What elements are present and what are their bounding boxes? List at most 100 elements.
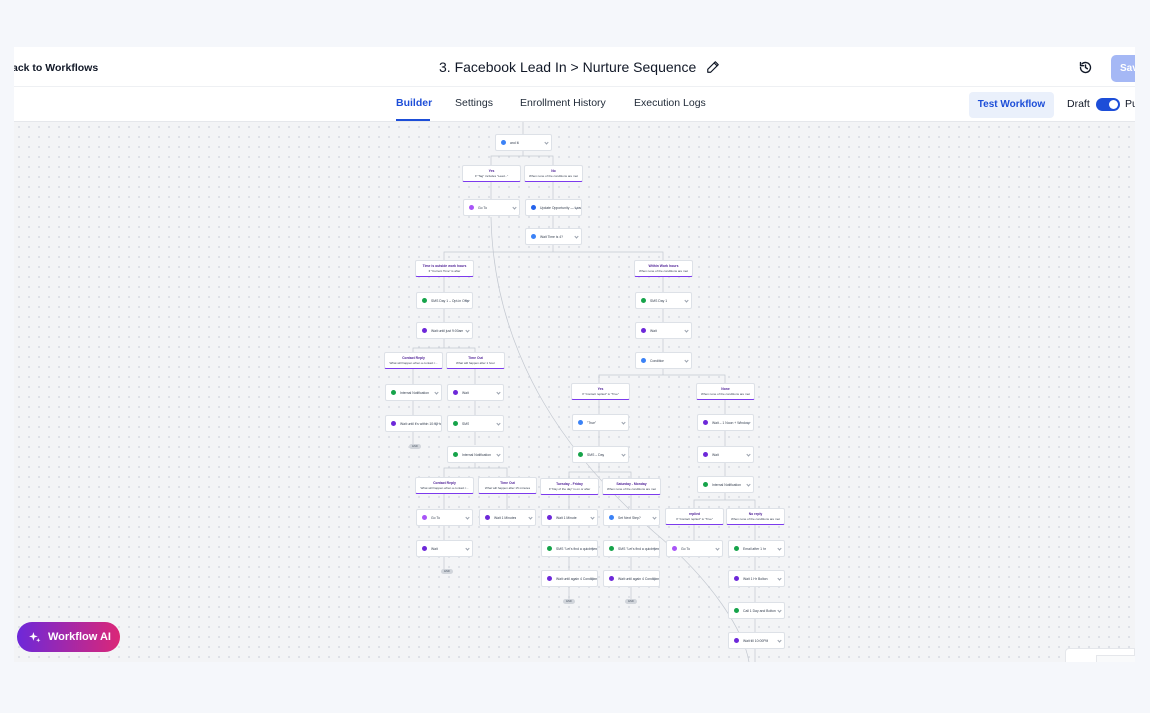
chevron-down-icon[interactable] bbox=[746, 420, 751, 425]
chevron-down-icon[interactable] bbox=[777, 608, 782, 613]
action-type-icon bbox=[531, 234, 536, 239]
publish-toggle[interactable] bbox=[1096, 98, 1120, 111]
minimap-viewport[interactable] bbox=[1096, 655, 1135, 662]
action-type-icon bbox=[453, 421, 458, 426]
branch-condition: When none of the conditions are met bbox=[606, 487, 657, 491]
workflow-action-node[interactable]: Go To bbox=[416, 509, 473, 526]
workflow-action-node[interactable]: Internal Notification bbox=[697, 476, 754, 493]
workflow-action-node[interactable]: Internal Notification bbox=[385, 384, 442, 401]
chevron-down-icon[interactable] bbox=[528, 515, 533, 520]
workflow-action-node[interactable]: Go To bbox=[463, 199, 520, 216]
chevron-down-icon[interactable] bbox=[777, 576, 782, 581]
chevron-down-icon[interactable] bbox=[715, 546, 720, 551]
workflow-action-node[interactable]: Update Opportunity — Lead got replied bbox=[525, 199, 582, 216]
branch-node[interactable]: Time Out What will happen after 15 minute… bbox=[478, 477, 537, 494]
workflow-action-node[interactable]: Call 1 Day and Bolton bbox=[728, 602, 785, 619]
action-type-icon bbox=[422, 546, 427, 551]
chevron-down-icon[interactable] bbox=[684, 358, 689, 363]
save-button[interactable]: Save bbox=[1111, 55, 1135, 82]
chevron-down-icon[interactable] bbox=[465, 328, 470, 333]
workflow-title[interactable]: 3. Facebook Lead In > Nurture Sequence bbox=[439, 59, 696, 75]
tab-execution-logs[interactable]: Execution Logs bbox=[634, 97, 706, 109]
workflow-action-node[interactable]: and If/ bbox=[495, 134, 552, 151]
chevron-down-icon[interactable] bbox=[777, 546, 782, 551]
branch-node[interactable]: Yes If "Contact replied" is "True" bbox=[571, 383, 630, 400]
workflow-action-node[interactable]: Wait until it's within 10:00 hours bbox=[385, 415, 442, 432]
chevron-down-icon[interactable] bbox=[621, 420, 626, 425]
chevron-down-icon[interactable] bbox=[746, 482, 751, 487]
branch-node[interactable]: Contact Reply What will happen when a con… bbox=[415, 477, 474, 494]
workflow-action-node[interactable]: SMS Day 1 bbox=[635, 292, 692, 309]
top-header: ack to Workflows 3. Facebook Lead In > N… bbox=[14, 47, 1135, 87]
workflow-action-node[interactable]: Go To bbox=[666, 540, 723, 557]
branch-node[interactable]: None When none of the conditions are met bbox=[696, 383, 755, 400]
chevron-down-icon[interactable] bbox=[496, 421, 501, 426]
branch-condition: When none of the conditions are met bbox=[730, 517, 781, 521]
branch-condition: If "Current Time" is after bbox=[428, 269, 461, 273]
branch-node[interactable]: Contact Reply What will happen when a con… bbox=[384, 352, 443, 369]
workflow-action-node[interactable]: Internal Notification bbox=[447, 446, 504, 463]
action-type-icon bbox=[578, 420, 583, 425]
workflow-action-node[interactable]: SMS "Let's find a quick time" bbox=[603, 540, 660, 557]
chevron-down-icon[interactable] bbox=[496, 390, 501, 395]
workflow-action-node[interactable]: Wait 1 Minute bbox=[541, 509, 598, 526]
workflow-action-node[interactable]: Wait 1 Minutes bbox=[479, 509, 536, 526]
workflow-ai-button[interactable]: Workflow AI bbox=[17, 622, 120, 652]
workflow-action-node[interactable]: SMS Day 1 – Opt-in Offer bbox=[416, 292, 473, 309]
workflow-action-node[interactable]: SMS – Day bbox=[572, 446, 629, 463]
branch-node[interactable]: Tuesday - Friday If "Day of the day" is o… bbox=[540, 478, 599, 495]
workflow-action-node[interactable]: Wait bbox=[635, 322, 692, 339]
chevron-down-icon[interactable] bbox=[684, 328, 689, 333]
workflow-action-node[interactable]: Wait till 10:00PM bbox=[728, 632, 785, 649]
branch-node[interactable]: replied If "Contact replied" is "True" bbox=[665, 508, 724, 525]
pencil-icon[interactable] bbox=[706, 60, 720, 74]
branch-node[interactable]: No When none of the conditions are met bbox=[524, 165, 583, 182]
chevron-down-icon[interactable] bbox=[496, 452, 501, 457]
workflow-action-node[interactable]: Condition bbox=[635, 352, 692, 369]
tab-builder[interactable]: Builder bbox=[396, 97, 432, 109]
workflow-action-node[interactable]: Wait until again 4 Condition bbox=[603, 570, 660, 587]
chevron-down-icon[interactable] bbox=[544, 140, 549, 145]
branch-node[interactable]: No reply When none of the conditions are … bbox=[726, 508, 785, 525]
workflow-action-node[interactable]: Wait – 1 Noon + Window bbox=[697, 414, 754, 431]
chevron-down-icon[interactable] bbox=[465, 546, 470, 551]
action-type-icon bbox=[641, 298, 646, 303]
tab-settings[interactable]: Settings bbox=[455, 97, 493, 109]
chevron-down-icon[interactable] bbox=[465, 515, 470, 520]
workflow-action-node[interactable]: Wait bbox=[697, 446, 754, 463]
minimap[interactable] bbox=[1065, 648, 1135, 662]
branch-title: Yes bbox=[488, 169, 495, 173]
action-type-icon bbox=[485, 515, 490, 520]
back-to-workflows-link[interactable]: ack to Workflows bbox=[14, 62, 98, 74]
branch-node[interactable]: Yes If "Tag" includes "Lead..." bbox=[462, 165, 521, 182]
workflow-canvas[interactable]: and If/Go To Update Opportunity — Lead go… bbox=[14, 122, 1135, 662]
workflow-action-node[interactable]: Wait Time is 4? bbox=[525, 228, 582, 245]
workflow-action-node[interactable]: Wait 1 Hr Bolton bbox=[728, 570, 785, 587]
action-type-icon bbox=[531, 205, 536, 210]
chevron-down-icon[interactable] bbox=[777, 638, 782, 643]
branch-node[interactable]: Time Out What will happen after 1 hour bbox=[446, 352, 505, 369]
workflow-action-node[interactable]: Wait until again 4 Condition bbox=[541, 570, 598, 587]
workflow-action-node[interactable]: Wait until just 9:00am bbox=[416, 322, 473, 339]
chevron-down-icon[interactable] bbox=[621, 452, 626, 457]
tab-enrollment-history[interactable]: Enrollment History bbox=[520, 97, 606, 109]
workflow-action-node[interactable]: Wait bbox=[447, 384, 504, 401]
chevron-down-icon[interactable] bbox=[574, 234, 579, 239]
branch-node[interactable]: Within Work hours When none of the condit… bbox=[634, 260, 693, 277]
workflow-action-node[interactable]: SMS "Let's find a quick time" bbox=[541, 540, 598, 557]
workflow-action-node[interactable]: SMS bbox=[447, 415, 504, 432]
workflow-action-node[interactable]: "True" bbox=[572, 414, 629, 431]
chevron-down-icon[interactable] bbox=[684, 298, 689, 303]
branch-node[interactable]: Saturday - Monday When none of the condit… bbox=[602, 478, 661, 495]
chevron-down-icon[interactable] bbox=[746, 452, 751, 457]
chevron-down-icon[interactable] bbox=[590, 515, 595, 520]
chevron-down-icon[interactable] bbox=[652, 515, 657, 520]
workflow-action-node[interactable]: Email after 1 hr bbox=[728, 540, 785, 557]
test-workflow-button[interactable]: Test Workflow bbox=[969, 92, 1054, 118]
branch-node[interactable]: Time is outside work hours If "Current Ti… bbox=[415, 260, 474, 277]
chevron-down-icon[interactable] bbox=[512, 205, 517, 210]
history-icon[interactable] bbox=[1078, 60, 1093, 75]
workflow-action-node[interactable]: Wait bbox=[416, 540, 473, 557]
chevron-down-icon[interactable] bbox=[434, 390, 439, 395]
workflow-action-node[interactable]: Set Next Step? bbox=[603, 509, 660, 526]
